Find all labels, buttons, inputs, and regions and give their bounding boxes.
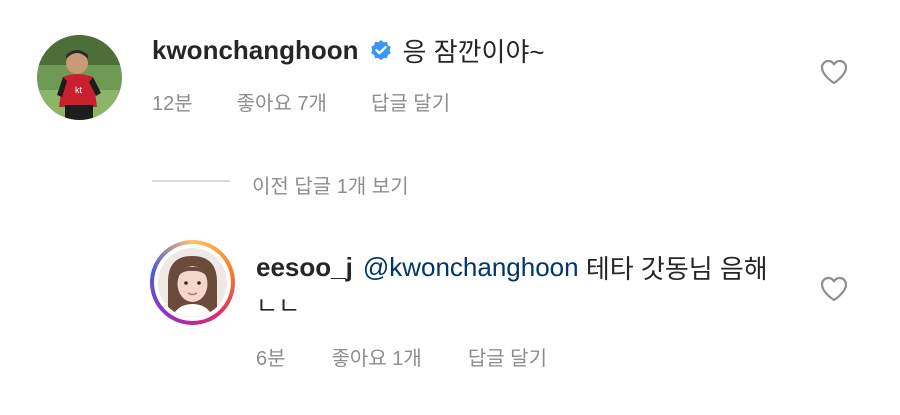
reply-text: 테타 갓동님 음해 [578,253,768,284]
view-replies-label[interactable]: 이전 답글 1개 보기 [252,170,409,199]
reply-text-line2: ㄴㄴ [256,293,301,320]
comment-likes[interactable]: 좋아요 7개 [237,87,327,116]
comment-time[interactable]: 12분 [152,87,193,116]
heart-outline-icon[interactable] [820,276,848,307]
comment-text: 응 잠깐이야~ [402,36,545,67]
avatar[interactable] [150,240,235,325]
avatar-photo: kt [37,35,122,120]
avatar[interactable]: kt [37,35,122,120]
replies-divider [152,180,230,182]
reply-time[interactable]: 6분 [256,342,286,371]
verified-badge-icon [369,38,393,62]
reply-reply-button[interactable]: 답글 달기 [468,342,547,371]
reply-username[interactable]: eesoo_j [256,252,353,283]
comment-username[interactable]: kwonchanghoon [152,35,359,66]
reply-mention[interactable]: @kwonchanghoon [363,252,579,283]
reply-likes[interactable]: 좋아요 1개 [332,342,422,371]
svg-text:kt: kt [75,85,83,95]
heart-outline-icon[interactable] [820,59,848,90]
avatar-photo [158,248,227,317]
comment-reply-button[interactable]: 답글 달기 [371,87,450,116]
